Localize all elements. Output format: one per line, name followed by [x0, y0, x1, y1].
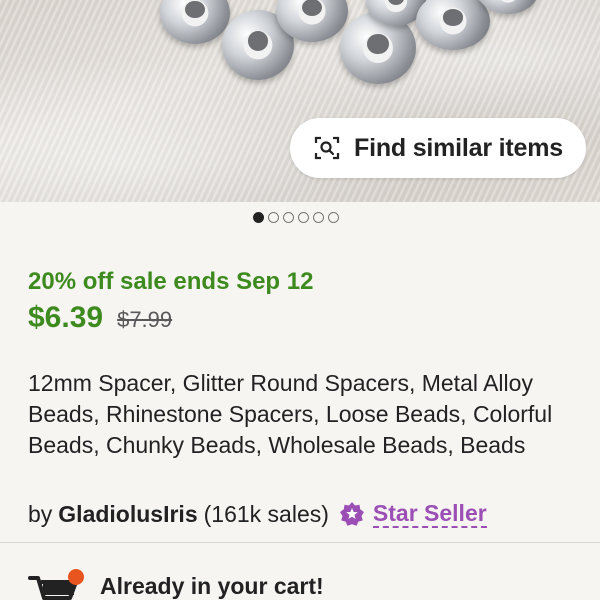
carousel-dot[interactable] [253, 212, 264, 223]
image-search-icon [314, 135, 340, 161]
carousel-dot[interactable] [268, 212, 279, 223]
find-similar-label: Find similar items [354, 133, 563, 162]
sale-banner: 20% off sale ends Sep 12 [28, 268, 314, 295]
star-seller-badge[interactable]: Star Seller [372, 500, 487, 528]
price-row: $6.39 $7.99 [28, 301, 172, 335]
find-similar-button[interactable]: Find similar items [290, 118, 586, 178]
star-seller-icon [339, 501, 365, 527]
cart-notice[interactable]: Already in your cart! [28, 566, 324, 600]
current-price: $6.39 [28, 301, 104, 334]
carousel-dot[interactable] [313, 212, 324, 223]
carousel-dot[interactable] [283, 212, 294, 223]
carousel-dot[interactable] [328, 212, 339, 223]
section-divider [0, 542, 600, 543]
already-in-cart-text: Already in your cart! [100, 572, 324, 599]
shop-name-link[interactable]: GladiolusIris [58, 501, 197, 528]
seller-by: by [28, 500, 53, 527]
carousel-dot[interactable] [298, 212, 309, 223]
shopping-cart-icon [28, 566, 86, 600]
seller-info[interactable]: by GladiolusIris (161k sales) Star Selle… [28, 500, 487, 528]
carousel-indicator[interactable] [253, 212, 339, 223]
sales-count: (161k sales) [203, 500, 329, 527]
original-price: $7.99 [117, 307, 173, 332]
listing-title[interactable]: 12mm Spacer, Glitter Round Spacers, Meta… [28, 368, 578, 461]
product-image[interactable]: Find similar items [0, 0, 600, 202]
